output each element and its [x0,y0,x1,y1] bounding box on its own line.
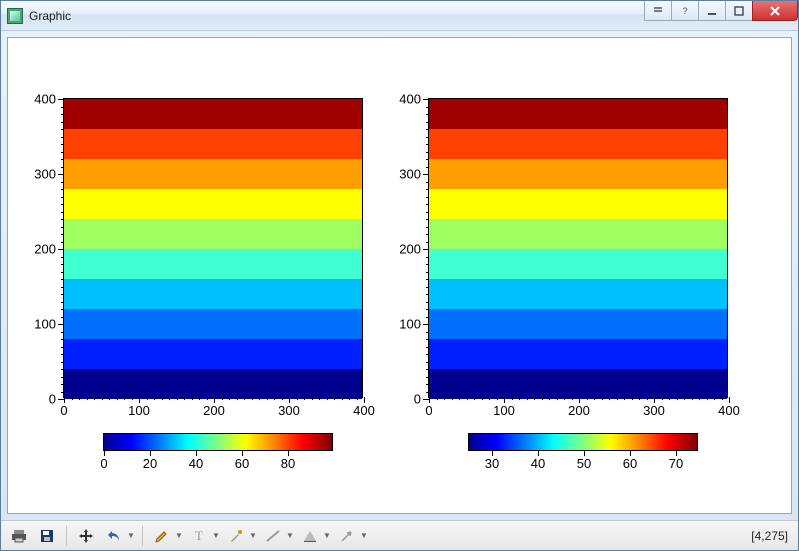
dropdown-icon[interactable]: ▼ [249,531,257,540]
heatmap-row [429,129,727,159]
heatmap-row [429,279,727,309]
dropdown-icon[interactable]: ▼ [212,531,220,540]
eyedrop-button[interactable] [224,524,248,548]
toolbar-separator [66,526,67,546]
print-button[interactable] [7,524,31,548]
y-tick-label: 100 [399,317,421,332]
minimize-button[interactable] [698,1,726,21]
pencil-icon [154,528,170,544]
help-button[interactable]: ? [671,1,699,21]
move-icon [78,528,94,544]
colorbar-tick-label: 60 [623,456,637,471]
undo-button[interactable] [102,524,126,548]
arrow-icon [339,528,355,544]
triangle-icon [302,528,318,544]
app-window: Graphic ? 010020030040001002003004000204… [0,0,799,551]
text-icon: T [191,528,207,544]
toolbar-separator [142,526,143,546]
dropdown-icon[interactable]: ▼ [175,531,183,540]
svg-text:?: ? [682,6,687,16]
heatmap-chart: 010020030040001002003004003040506070 [8,38,792,514]
line-button[interactable] [261,524,285,548]
colorbar-tick-label: 50 [577,456,591,471]
x-tick-label: 200 [568,403,590,418]
minimize-extra-button[interactable] [644,1,672,21]
heatmap-row [429,189,727,219]
wand-icon [228,528,244,544]
maximize-button[interactable] [725,1,753,21]
dropdown-icon[interactable]: ▼ [286,531,294,540]
text-button[interactable]: T [187,524,211,548]
window-title: Graphic [29,9,71,23]
x-tick-label: 100 [493,403,515,418]
dropdown-icon[interactable]: ▼ [127,531,135,540]
dropdown-icon[interactable]: ▼ [323,531,331,540]
y-tick-label: 0 [414,392,421,407]
fill-button[interactable] [298,524,322,548]
colorbar-tick-label: 70 [669,456,683,471]
dropdown-icon[interactable]: ▼ [360,531,368,540]
svg-text:T: T [195,528,203,543]
undo-icon [106,528,122,544]
title-bar[interactable]: Graphic ? [1,1,798,31]
move-button[interactable] [74,524,98,548]
app-icon [7,8,23,24]
y-tick-label: 200 [399,242,421,257]
close-button[interactable] [752,1,798,21]
x-tick-label: 400 [718,403,740,418]
y-tick-label: 400 [399,92,421,107]
line-icon [265,528,281,544]
toolbar: ▼ ▼ T ▼ ▼ ▼ ▼ ▼ [4,275] [1,520,798,550]
heatmap-row [429,369,727,399]
floppy-icon [39,528,55,544]
colorbar-tick-label: 30 [485,456,499,471]
axes[interactable]: 01002003004000100200300400 [428,98,728,398]
cursor-coords: [4,275] [751,529,788,543]
heatmap-row [429,99,727,129]
y-tick-label: 300 [399,167,421,182]
printer-icon [11,528,27,544]
window-controls: ? [645,1,798,21]
heatmap-row [429,339,727,369]
heatmap-row [429,159,727,189]
edit-button[interactable] [150,524,174,548]
arrow-button[interactable] [335,524,359,548]
x-tick-label: 0 [425,403,432,418]
colorbar-tick-label: 40 [531,456,545,471]
heatmap-row [429,249,727,279]
save-button[interactable] [35,524,59,548]
plot-area: 0100200300400010020030040002040608001002… [7,37,792,514]
heatmap-row [429,309,727,339]
heatmap-row [429,219,727,249]
colorbar: 3040506070 [468,433,698,451]
x-tick-label: 300 [643,403,665,418]
